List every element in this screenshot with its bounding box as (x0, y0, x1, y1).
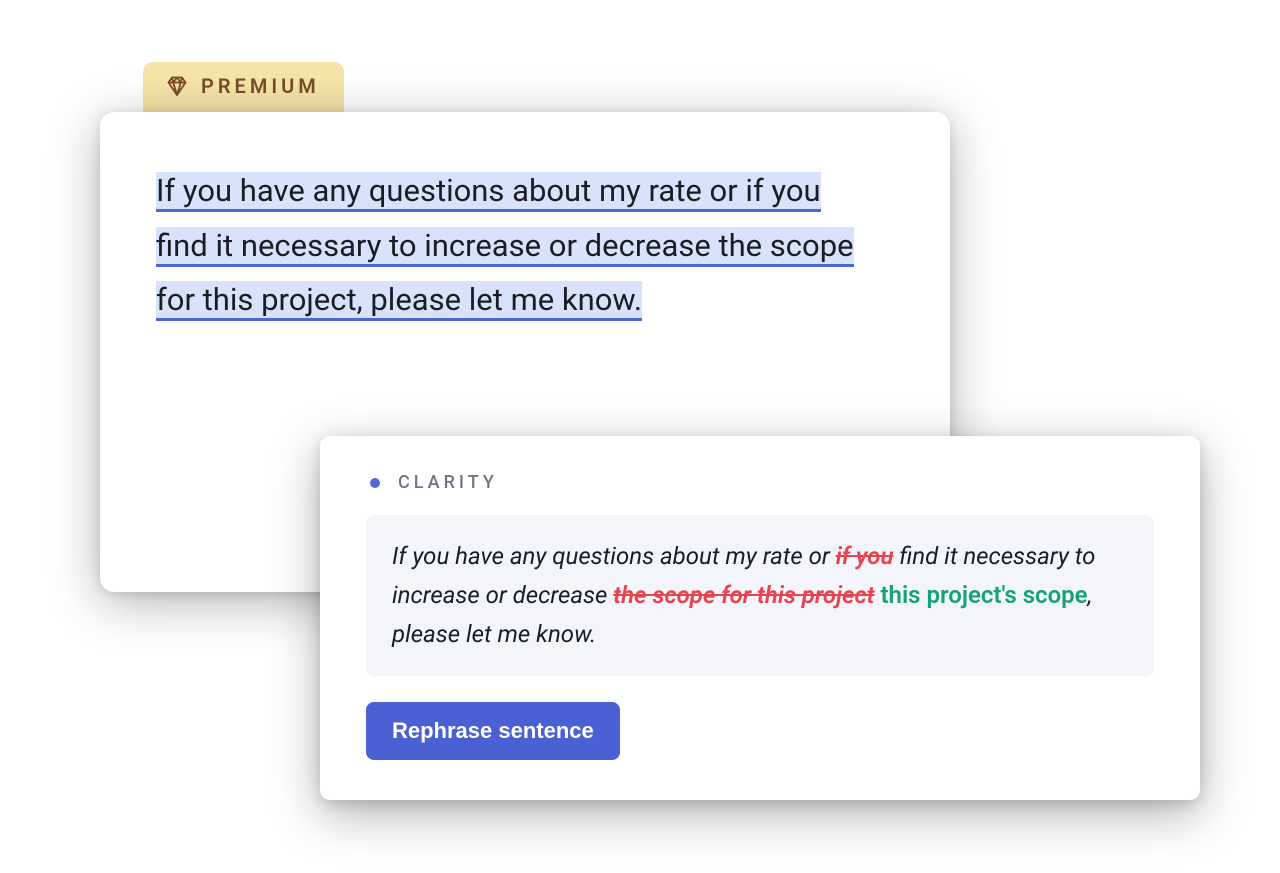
suggestion-strike: the scope for this project (613, 581, 874, 609)
premium-label: PREMIUM (201, 74, 320, 98)
category-dot-icon (370, 478, 380, 488)
highlighted-line[interactable]: find it necessary to increase or decreas… (156, 227, 854, 267)
suggestion-header: CLARITY (366, 472, 1154, 493)
editor-text[interactable]: If you have any questions about my rate … (156, 164, 894, 328)
rephrase-button[interactable]: Rephrase sentence (366, 702, 620, 760)
suggestion-card: CLARITY If you have any questions about … (320, 436, 1200, 800)
suggestion-strike: if you (836, 542, 894, 570)
highlighted-line[interactable]: for this project, please let me know. (156, 281, 642, 321)
diamond-icon (165, 74, 189, 98)
highlighted-line[interactable]: If you have any questions about my rate … (156, 172, 821, 212)
suggestion-text: If you have any questions about my rate … (392, 542, 836, 570)
suggestion-actions: Rephrase sentence (366, 702, 1154, 760)
suggestion-body: If you have any questions about my rate … (366, 515, 1154, 676)
suggestion-category: CLARITY (398, 472, 498, 493)
suggestion-insert: this project's scope (875, 581, 1088, 609)
